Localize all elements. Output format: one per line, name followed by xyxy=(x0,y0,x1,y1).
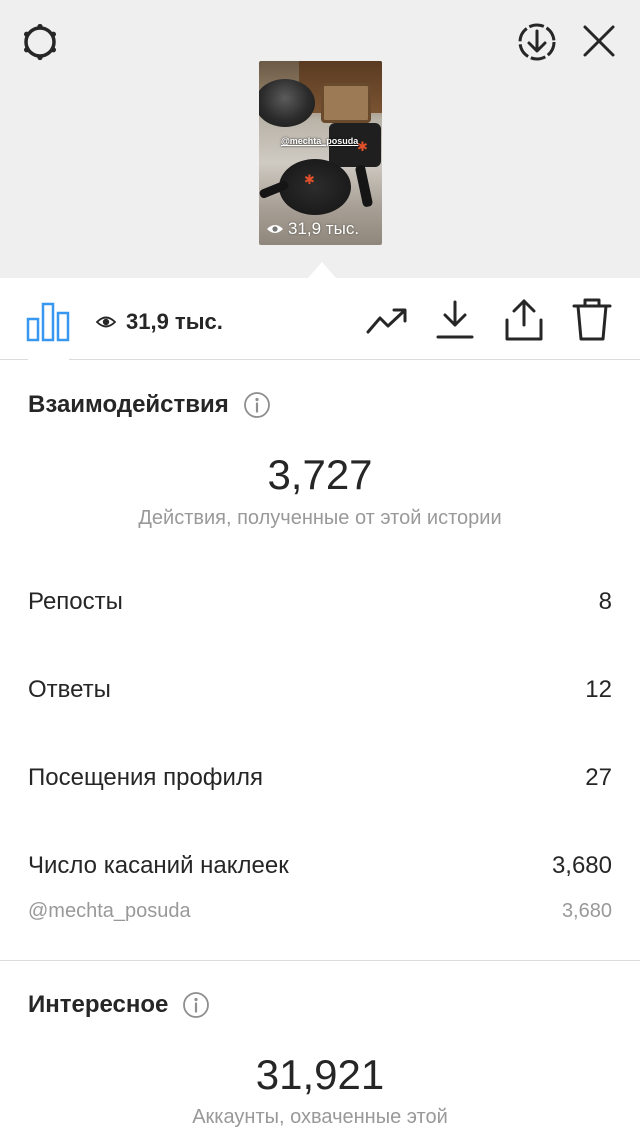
story-preview-area: ✱ ✱ @mechta_posuda 31,9 тыс. xyxy=(0,0,640,278)
metric-label: Число касаний наклеек xyxy=(28,852,289,879)
trending-up-icon[interactable] xyxy=(366,306,410,336)
eye-icon xyxy=(96,316,116,328)
insights-card: 31,9 тыс. Взаимодействия 3,727 Действия,… xyxy=(0,278,640,1137)
metric-value: 8 xyxy=(598,588,612,615)
discovery-title: Интересное xyxy=(28,991,169,1018)
trash-icon[interactable] xyxy=(572,298,612,342)
bar-chart-icon[interactable] xyxy=(26,302,70,342)
story-toolbar: 31,9 тыс. xyxy=(0,278,640,360)
sticker-mention-value: 3,680 xyxy=(561,900,612,922)
metric-row: Репосты 8 xyxy=(28,588,612,616)
download-icon[interactable] xyxy=(436,300,474,340)
metric-label: Посещения профиля xyxy=(28,764,263,791)
discovery-section-title: Интересное xyxy=(28,991,210,1019)
views-label: 31,9 тыс. xyxy=(126,309,223,334)
discovery-total: 31,921 xyxy=(255,1051,385,1098)
metric-row: Ответы 12 xyxy=(28,676,612,704)
metric-row: Число касаний наклеек 3,680 xyxy=(28,852,612,880)
thumbnail-views-label: 31,9 тыс. xyxy=(288,219,360,238)
interactions-section-title: Взаимодействия xyxy=(28,391,271,419)
thumbnail-pan-handle xyxy=(354,164,374,208)
metric-value: 3,680 xyxy=(551,852,612,879)
metric-label: Репосты xyxy=(28,588,123,615)
views-count: 31,9 тыс. xyxy=(96,309,223,335)
thumbnail-logo-star: ✱ xyxy=(357,139,368,154)
sticker-sub-row: @mechta_posuda 3,680 xyxy=(28,900,612,923)
discovery-caption: Аккаунты, охваченные этой xyxy=(192,1106,448,1128)
metric-label: Ответы xyxy=(28,676,111,703)
mention-sticker: @mechta_posuda xyxy=(281,136,359,146)
download-circle-icon[interactable] xyxy=(515,20,559,64)
eye-icon xyxy=(267,225,283,233)
interactions-caption: Действия, полученные от этой истории xyxy=(138,507,502,529)
thumbnail-views: 31,9 тыс. xyxy=(266,219,359,239)
thumbnail-pot-lid xyxy=(259,79,315,127)
sticker-mention-label: @mechta_posuda xyxy=(28,900,191,922)
section-divider xyxy=(0,960,640,961)
info-icon[interactable] xyxy=(182,991,210,1019)
thumbnail-pointer xyxy=(308,262,336,278)
close-icon[interactable] xyxy=(580,22,618,60)
info-icon[interactable] xyxy=(243,391,271,419)
interactions-total: 3,727 xyxy=(267,451,373,498)
metric-row: Посещения профиля 27 xyxy=(28,764,612,792)
thumbnail-chair xyxy=(321,83,371,123)
gear-icon[interactable] xyxy=(18,20,62,64)
metric-value: 27 xyxy=(585,764,612,791)
thumbnail-logo-star: ✱ xyxy=(304,172,315,187)
interactions-title: Взаимодействия xyxy=(28,391,229,418)
thumbnail-frying-pan xyxy=(279,159,351,215)
metric-value: 12 xyxy=(585,676,612,703)
active-tab-indicator xyxy=(28,358,69,360)
share-icon[interactable] xyxy=(504,298,544,342)
story-thumbnail[interactable]: ✱ ✱ @mechta_posuda 31,9 тыс. xyxy=(259,61,382,245)
